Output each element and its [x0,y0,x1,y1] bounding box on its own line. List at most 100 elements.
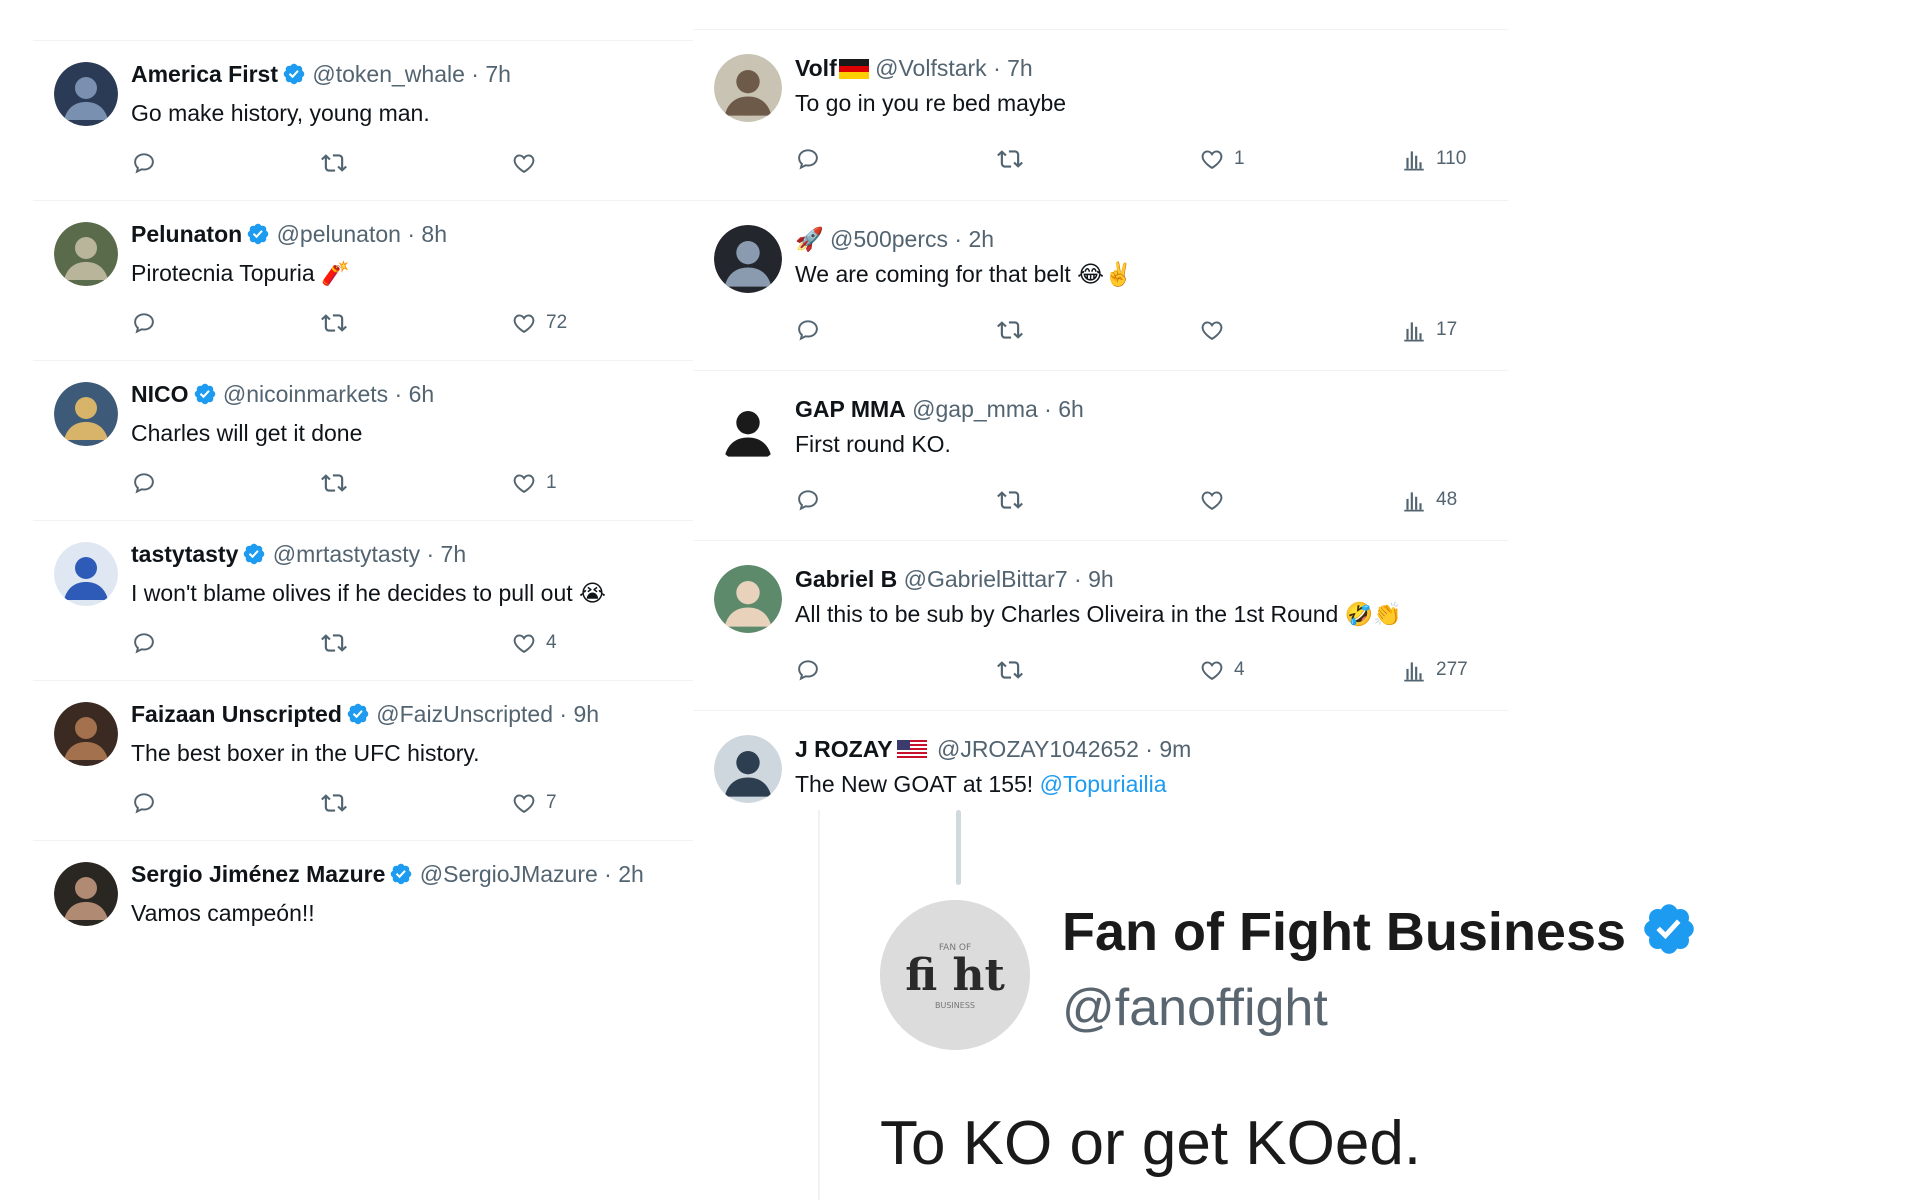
author-name[interactable]: Faizaan Unscripted [131,701,342,727]
author-name[interactable]: NICO [131,381,189,407]
retweet-icon [997,317,1023,343]
views-button[interactable]: 110 [1401,146,1466,172]
tweet-timestamp[interactable]: 6h [409,381,435,407]
author-name[interactable]: GAP MMA [795,396,906,422]
tweet-timestamp[interactable]: 9h [573,701,599,727]
tweet-timestamp[interactable]: 8h [421,221,447,247]
author-name[interactable]: Gabriel B [795,566,897,592]
avatar[interactable] [714,225,782,293]
author-name[interactable]: Volf [795,55,837,81]
quote-author-name[interactable]: Fan of Fight Business [1062,900,1698,971]
avatar[interactable] [54,382,118,446]
author-handle[interactable]: @500percs [830,226,948,252]
avatar[interactable] [714,395,782,463]
like-button[interactable]: 1 [1199,146,1245,172]
tweet-timestamp[interactable]: 7h [485,61,511,87]
separator-dot: · [464,61,486,87]
avatar[interactable] [714,565,782,633]
author-handle[interactable]: @gap_mma [912,396,1038,422]
avatar[interactable] [54,222,118,286]
retweet-button[interactable] [321,630,347,656]
reply-button[interactable] [795,487,821,513]
like-button[interactable] [1199,317,1234,343]
reply-button[interactable] [131,310,157,336]
author-handle[interactable]: @pelunaton [277,221,401,247]
like-button[interactable]: 72 [511,310,567,336]
like-count: 4 [546,632,557,653]
divider [33,680,693,681]
tweet-timestamp[interactable]: 9m [1159,736,1191,762]
mention-link[interactable]: @Topuriailia [1040,771,1167,797]
author-handle[interactable]: @FaizUnscripted [376,701,553,727]
views-button[interactable]: 48 [1401,487,1457,513]
author-name[interactable]: Pelunaton [131,221,242,247]
tweet-timestamp[interactable]: 2h [618,861,644,887]
reply-icon [131,470,157,496]
author-name[interactable]: Sergio Jiménez Mazure [131,861,385,887]
views-icon [1401,657,1427,683]
like-button[interactable]: 7 [511,790,557,816]
tweet-header: America First @token_whale · 7h [131,60,511,92]
like-button[interactable] [1199,487,1234,513]
author-name[interactable]: 🚀 [795,226,824,252]
author-handle[interactable]: @nicoinmarkets [223,381,388,407]
like-icon [511,470,537,496]
emoji: 😂✌️ [1077,262,1133,288]
tweet-timestamp[interactable]: 6h [1058,396,1084,422]
like-button[interactable]: 4 [511,630,557,656]
tweet-body: GAP MMA @gap_mma · 6h First round KO. [795,395,1084,459]
tweet-text: The best boxer in the UFC history. [131,738,599,768]
tweet-text: We are coming for that belt 😂✌️ [795,259,1133,290]
tweet-timestamp[interactable]: 7h [441,541,467,567]
reply-button[interactable] [131,470,157,496]
author-name[interactable]: tastytasty [131,541,238,567]
retweet-icon [997,146,1023,172]
author-handle[interactable]: @GabrielBittar7 [904,566,1068,592]
author-handle[interactable]: @SergioJMazure [420,861,598,887]
like-count: 1 [1234,148,1245,169]
tweet-timestamp[interactable]: 2h [968,226,994,252]
retweet-button[interactable] [997,146,1023,172]
retweet-button[interactable] [997,657,1023,683]
avatar[interactable] [714,735,782,803]
reply-button[interactable] [131,790,157,816]
reply-button[interactable] [795,146,821,172]
avatar[interactable] [54,542,118,606]
retweet-button[interactable] [321,310,347,336]
author-handle[interactable]: @token_whale [312,61,465,87]
tweet-body: America First @token_whale · 7h Go make h… [131,60,511,128]
views-button[interactable]: 17 [1401,317,1457,343]
views-button[interactable]: 277 [1401,657,1468,683]
tweet-header: Faizaan Unscripted @FaizUnscripted · 9h [131,700,599,732]
like-button[interactable]: 4 [1199,657,1245,683]
avatar[interactable] [714,54,782,122]
like-button[interactable] [511,150,546,176]
tweet-text-body: Pirotecnia Topuria [131,260,315,286]
tweet-timestamp[interactable]: 7h [1007,55,1033,81]
retweet-button[interactable] [321,150,347,176]
tweet-timestamp[interactable]: 9h [1088,566,1114,592]
quote-author-handle[interactable]: @fanoffight [1062,978,1328,1038]
verified-badge-icon [242,542,266,572]
retweet-button[interactable] [321,470,347,496]
tweet-text: Charles will get it done [131,418,434,448]
reply-button[interactable] [131,630,157,656]
like-button[interactable]: 1 [511,470,557,496]
tweet-header: J ROZAY @JROZAY1042652 · 9m [795,735,1191,763]
quote-author-avatar[interactable]: fi ht FAN OF BUSINESS [880,900,1030,1050]
author-handle[interactable]: @mrtastytasty [273,541,420,567]
reply-button[interactable] [131,150,157,176]
reply-button[interactable] [795,657,821,683]
avatar[interactable] [54,62,118,126]
retweet-button[interactable] [997,487,1023,513]
reply-button[interactable] [795,317,821,343]
author-handle[interactable]: @Volfstark [875,55,987,81]
author-name[interactable]: J ROZAY [795,736,893,762]
author-name[interactable]: America First [131,61,278,87]
retweet-button[interactable] [997,317,1023,343]
avatar[interactable] [54,862,118,926]
author-handle[interactable]: @JROZAY1042652 [937,736,1139,762]
avatar[interactable] [54,702,118,766]
retweet-button[interactable] [321,790,347,816]
tweet-header: Pelunaton @pelunaton · 8h [131,220,447,252]
